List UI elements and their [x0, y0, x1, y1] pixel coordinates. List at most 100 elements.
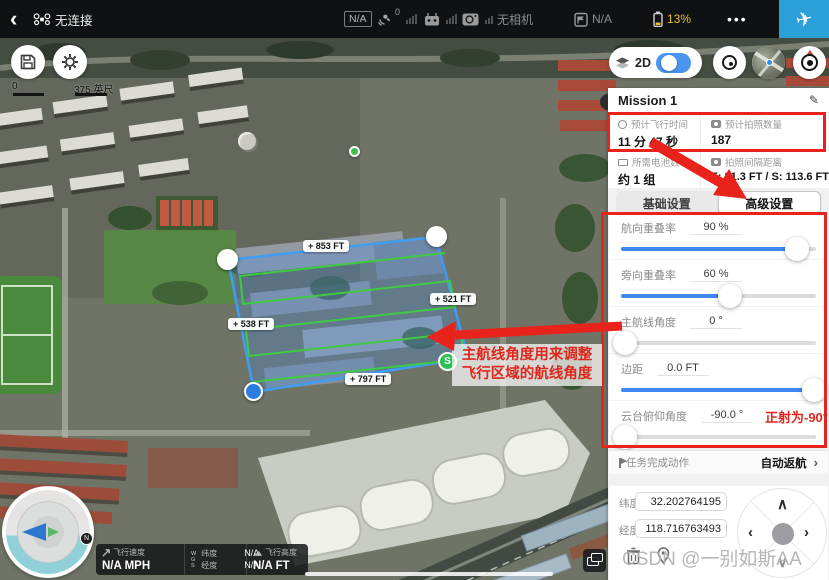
slider-knob[interactable]: [613, 331, 637, 355]
battery-status: 13%: [653, 0, 691, 38]
advanced-settings-card: 航向重叠率90 % 旁向重叠率60 % 主航线角度0 ° 边距0.0 FT 云台…: [609, 213, 828, 448]
watermark-icons: [626, 547, 670, 565]
mission-settings-panel: Mission 1 ✎ 预计飞行时间 11 分 47 秒 预计拍照数量 187 …: [608, 88, 829, 580]
slider-row-forward-overlap: 航向重叠率90 %: [609, 213, 828, 260]
polygon-corner-handle[interactable]: [217, 249, 238, 270]
nudge-up-button[interactable]: ∧: [777, 495, 788, 513]
chevron-right-icon: ›: [814, 455, 818, 470]
home-indicator[interactable]: [305, 572, 553, 576]
altitude-value: N/A FT: [253, 560, 302, 572]
clock-icon: [618, 120, 627, 129]
back-button[interactable]: ‹: [10, 0, 17, 38]
layers-icon: [615, 56, 630, 70]
status-bar: ‹ 无连接 N/A 0: [0, 0, 829, 38]
north-badge: N: [80, 532, 93, 545]
finish-action-label: 任务完成动作: [626, 455, 689, 470]
edge-label-left: + 538 FT: [228, 318, 274, 330]
flight-record-icon: [574, 12, 588, 27]
telemetry-bar: 飞行速度 N/A MPH WGS 纬度N/A 经度N/A 飞行高度 N/A FT: [96, 544, 308, 575]
polygon-corner-handle[interactable]: [426, 226, 447, 247]
latitude-input[interactable]: 32.202764195: [635, 492, 727, 511]
locate-icon: [722, 55, 737, 70]
scale-bar-segment: [13, 93, 44, 96]
longitude-input[interactable]: 118.716763493: [635, 519, 727, 538]
locate-button[interactable]: [713, 46, 746, 79]
takeoff-button[interactable]: ✈: [779, 0, 829, 38]
speed-icon: [102, 548, 111, 557]
finish-flag-icon: [619, 458, 621, 468]
camera-status-text: 无相机: [497, 11, 533, 28]
nudge-left-button[interactable]: ‹: [748, 524, 753, 541]
slider-row-course-angle: 主航线角度0 °: [609, 307, 828, 354]
save-mission-button[interactable]: [11, 45, 45, 79]
connection-status: 无连接: [55, 10, 93, 29]
scale-bar-segment: [75, 93, 107, 96]
course-angle-slider[interactable]: [621, 341, 816, 345]
nudge-right-button[interactable]: ›: [804, 524, 809, 541]
rc-mode-status: N/A: [574, 0, 612, 38]
forward-overlap-slider[interactable]: [621, 247, 816, 251]
stat-flight-time: 预计飞行时间 11 分 47 秒: [608, 113, 700, 151]
gps-status: 0: [376, 0, 417, 38]
tab-basic-settings[interactable]: 基础设置: [616, 191, 718, 215]
compass-icon: [801, 54, 818, 71]
finish-action-value: 自动返航: [761, 455, 807, 471]
map-mode-label: 2D: [635, 56, 651, 70]
polygon-corner-handle-selected[interactable]: [244, 382, 263, 401]
rc-mode-value: N/A: [592, 12, 612, 26]
airplane-icon: ✈: [793, 5, 815, 33]
more-menu-button[interactable]: •••: [727, 0, 748, 38]
map-2d-toggle[interactable]: [656, 53, 691, 73]
slider-knob[interactable]: [718, 284, 742, 308]
speed-label: 飞行速度: [113, 547, 145, 558]
battery-level-icon: [653, 11, 663, 27]
satellite-icon: [376, 12, 391, 26]
slider-knob[interactable]: [613, 425, 637, 449]
map-mode-pill[interactable]: 2D: [609, 47, 702, 78]
map-type-button[interactable]: [583, 549, 606, 572]
gimbal-pitch-annotation: 正射为-90°: [765, 407, 828, 426]
lat-label: 纬度: [201, 548, 217, 559]
mission-title: Mission 1: [618, 93, 677, 108]
slider-knob[interactable]: [785, 237, 809, 261]
side-overlap-slider[interactable]: [621, 294, 816, 298]
settings-button[interactable]: [53, 45, 87, 79]
slider-knob[interactable]: [802, 378, 826, 402]
slider-row-gimbal-pitch: 云台俯仰角度-90.0 °正射为-90°: [609, 401, 828, 448]
camera-signal-bars: [485, 14, 493, 24]
nudge-dpad: ∧ ‹ › ∨: [737, 488, 827, 578]
altitude-label: 飞行高度: [265, 547, 297, 558]
gps-count: 0: [395, 7, 400, 17]
tab-advanced-settings[interactable]: 高级设置: [718, 191, 822, 215]
poi-marker[interactable]: [349, 146, 360, 157]
edit-mission-icon[interactable]: ✎: [809, 93, 819, 107]
margin-slider[interactable]: [621, 388, 816, 392]
stat-photo-interval: 拍照间隔距离 F: 21.3 FT / S: 113.6 FT: [700, 151, 829, 189]
camera-status: 无相机: [462, 0, 533, 38]
compass-reset-button[interactable]: [793, 46, 826, 79]
settings-tabs: 基础设置 高级设置: [616, 191, 821, 215]
aircraft-status[interactable]: 无连接: [33, 0, 93, 38]
dpad-center-button[interactable]: [772, 523, 794, 545]
minimap-button[interactable]: [752, 46, 785, 79]
drone-icon: [33, 12, 51, 26]
stat-battery-count: 所需电池数 约 1 组: [608, 151, 700, 189]
flight-mode-status: N/A: [344, 0, 372, 38]
minimap-thumbnail: [752, 46, 785, 79]
rc-signal-status: [424, 0, 457, 38]
nudge-down-button[interactable]: ∨: [777, 553, 788, 571]
finish-action-row[interactable]: 任务完成动作 自动返航 ›: [609, 450, 828, 474]
location-pin-icon: [657, 547, 670, 564]
mission-stats: 预计飞行时间 11 分 47 秒 预计拍照数量 187 所需电池数 约 1 组 …: [608, 113, 829, 189]
app-root: 0 375 英尺 + 853 FT + 521 FT + 538 FT + 79…: [0, 0, 829, 580]
slider-row-side-overlap: 旁向重叠率60 %: [609, 260, 828, 307]
gimbal-pitch-slider[interactable]: [621, 435, 816, 439]
gps-signal-bars: [406, 14, 417, 24]
coordinates-card: 纬度 32.202764195 经度 118.716763493 ∧ ‹ › ∨: [609, 486, 828, 580]
battery-icon: [618, 159, 628, 166]
slider-row-margin: 边距0.0 FT: [609, 354, 828, 401]
edge-label-top: + 853 FT: [303, 240, 349, 252]
edge-label-right: + 521 FT: [430, 293, 476, 305]
aircraft-heading-icon: [22, 523, 46, 541]
battery-percentage: 13%: [667, 12, 691, 26]
